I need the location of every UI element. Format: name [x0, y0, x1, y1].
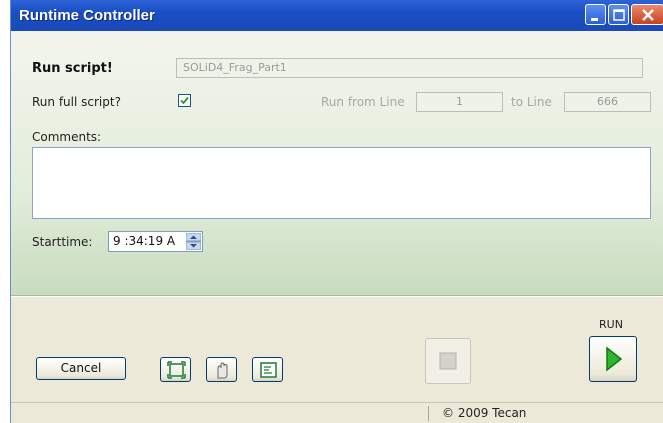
cancel-button[interactable]: Cancel: [36, 357, 126, 380]
comments-textarea[interactable]: [32, 147, 651, 219]
starttime-value: 9 :34:19 A: [113, 234, 176, 248]
run-full-script-checkbox[interactable]: [178, 94, 191, 107]
checkmark-icon: [180, 96, 189, 105]
run-full-script-label: Run full script?: [32, 95, 121, 109]
maximize-button[interactable]: [608, 4, 629, 25]
script-name-field: SOLiD4_Frag_Part1: [176, 58, 643, 78]
runtime-controller-window: Runtime Controller Run script! SOLiD4_Fr…: [10, 0, 663, 423]
fit-window-button[interactable]: [160, 357, 191, 382]
log-icon: [260, 362, 277, 378]
status-separator: [428, 406, 429, 421]
stop-button[interactable]: [425, 338, 471, 384]
run-button[interactable]: [589, 336, 637, 382]
close-icon: [642, 9, 654, 21]
status-bar: © 2009 Tecan: [11, 402, 663, 423]
copyright-text: © 2009 Tecan: [442, 406, 527, 420]
fit-window-icon: [167, 361, 186, 379]
close-button[interactable]: [631, 4, 663, 25]
window-title: Runtime Controller: [19, 7, 155, 24]
minimize-button[interactable]: [585, 4, 606, 25]
run-label: RUN: [599, 318, 623, 331]
time-spinner[interactable]: [186, 233, 201, 250]
to-line-label: to Line: [511, 95, 552, 109]
minimize-icon: [591, 18, 598, 21]
maximize-icon: [613, 9, 625, 21]
run-script-label: Run script!: [32, 61, 113, 76]
comments-label: Comments:: [32, 130, 102, 144]
run-from-line-field: 1: [416, 92, 503, 112]
stop-icon: [439, 352, 457, 370]
hand-icon: [217, 362, 228, 379]
title-bar[interactable]: Runtime Controller: [11, 0, 663, 31]
starttime-picker[interactable]: 9 :34:19 A: [108, 231, 203, 252]
hand-button[interactable]: [206, 357, 237, 382]
play-icon: [606, 346, 623, 372]
run-from-line-label: Run from Line: [321, 95, 405, 109]
starttime-label: Starttime:: [32, 235, 93, 249]
action-panel: [11, 296, 663, 403]
log-button[interactable]: [252, 357, 283, 382]
to-line-field: 666: [564, 92, 651, 112]
